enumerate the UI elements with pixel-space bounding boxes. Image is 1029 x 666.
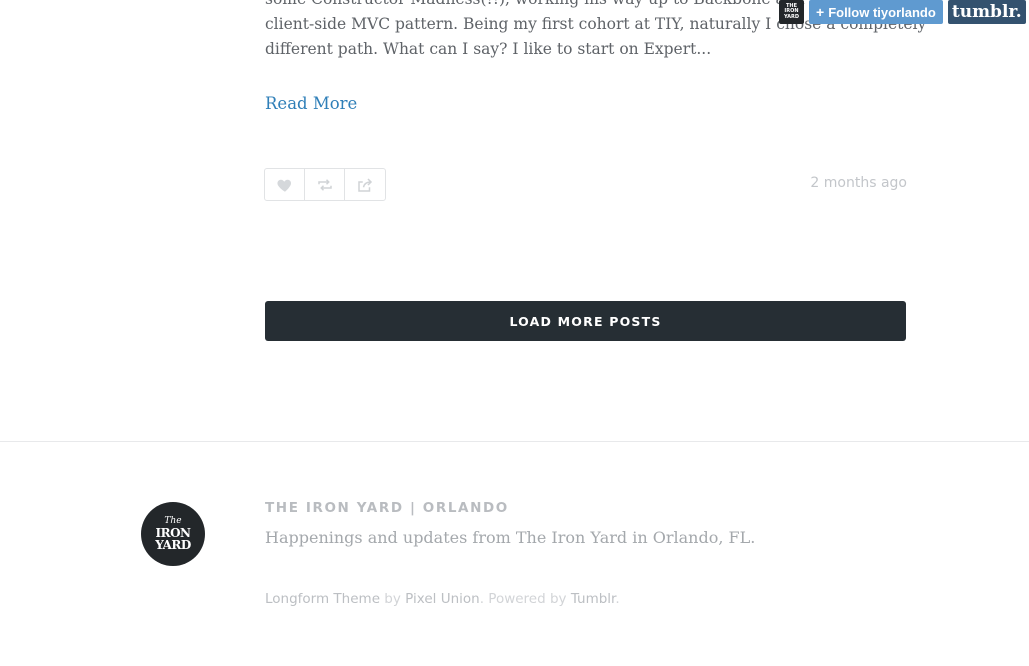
tumblr-logo-button[interactable]: tumblr. xyxy=(947,0,1026,24)
follow-label: Follow tiyorlando xyxy=(828,4,936,20)
logo-line: The xyxy=(164,516,182,526)
blog-description: Happenings and updates from The Iron Yar… xyxy=(265,528,756,547)
follow-button[interactable]: + Follow tiyorlando xyxy=(809,0,943,24)
reblog-button[interactable] xyxy=(305,169,345,200)
load-more-posts-button[interactable]: LOAD MORE POSTS xyxy=(265,301,906,341)
like-button[interactable] xyxy=(265,169,305,200)
credits-text: . xyxy=(615,591,620,607)
read-more-link[interactable]: Read More xyxy=(265,94,357,113)
theme-link[interactable]: Longform Theme xyxy=(265,591,380,607)
reblog-icon xyxy=(317,178,332,191)
blog-title[interactable]: THE IRON YARD | ORLANDO xyxy=(265,500,509,516)
plus-icon: + xyxy=(816,4,825,20)
footer-credits: Longform Theme by Pixel Union. Powered b… xyxy=(265,591,620,607)
share-icon xyxy=(358,177,373,192)
blog-avatar-logo[interactable]: The IRON YARD xyxy=(141,502,205,566)
platform-link[interactable]: Tumblr xyxy=(571,591,616,607)
share-button[interactable] xyxy=(345,169,385,200)
post-timestamp[interactable]: 2 months ago xyxy=(780,175,907,191)
author-link[interactable]: Pixel Union xyxy=(405,591,480,607)
post-actions xyxy=(264,168,386,201)
credits-text: . Powered by xyxy=(479,591,571,607)
avatar-line: YARD xyxy=(783,13,799,20)
footer-divider xyxy=(0,441,1029,442)
heart-icon xyxy=(276,179,291,192)
blog-avatar-small[interactable]: THE IRON YARD xyxy=(779,0,804,24)
credits-text: by xyxy=(380,591,406,607)
logo-line: YARD xyxy=(155,538,191,552)
excerpt-line: different path. What can I say? I like t… xyxy=(265,40,712,58)
tumblr-controls: THE IRON YARD + Follow tiyorlando tumblr… xyxy=(779,0,1026,24)
